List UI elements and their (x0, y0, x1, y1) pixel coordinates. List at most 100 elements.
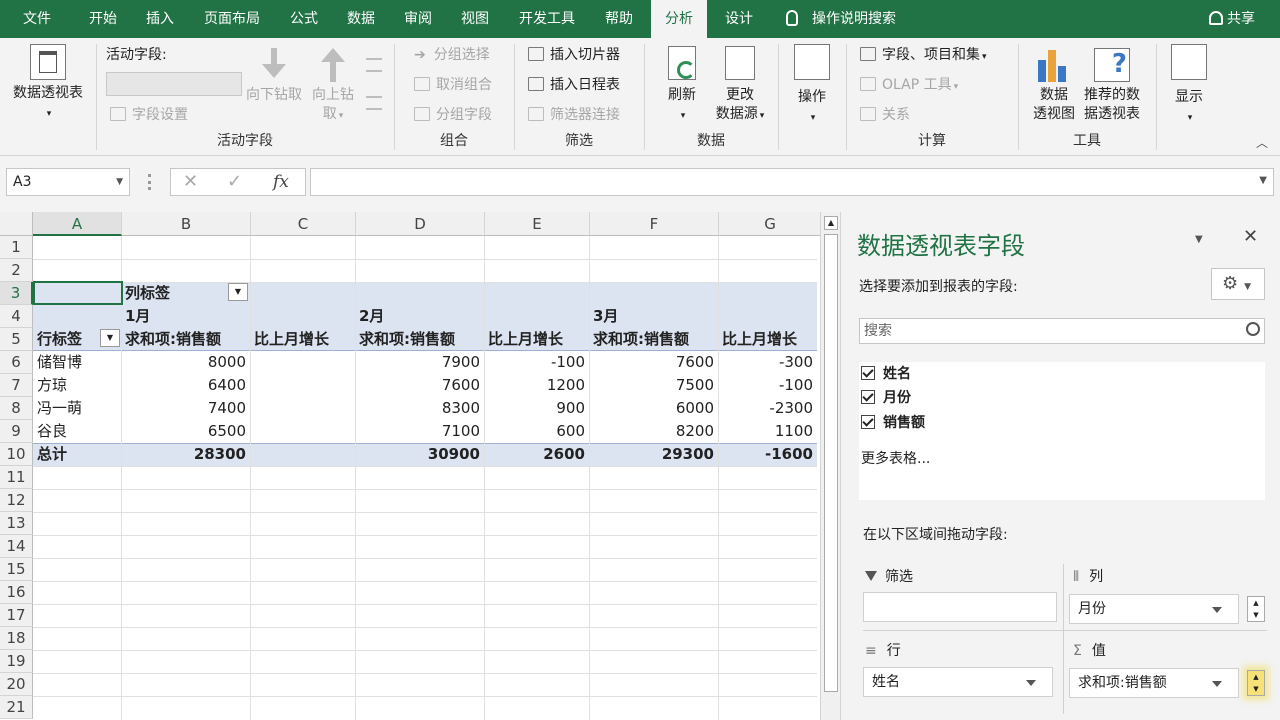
pivot-value-cell[interactable]: 7600 (589, 351, 718, 374)
tab-page-layout[interactable]: 页面布局 (188, 0, 276, 38)
pivot-value-cell[interactable] (250, 420, 355, 443)
row-header[interactable]: 2 (0, 259, 33, 282)
row-header[interactable]: 14 (0, 535, 33, 558)
rows-field-dropdown[interactable]: 姓名 (863, 667, 1053, 697)
pivot-value-cell[interactable]: -100 (718, 374, 817, 397)
worksheet-grid[interactable]: A B C D E F G 1 2 3 4 5 6 7 8 9 10 11 12… (0, 212, 840, 720)
row-header[interactable]: 15 (0, 558, 33, 581)
more-tables-link[interactable]: 更多表格... (861, 447, 930, 471)
pivot-value-cell[interactable]: 7600 (355, 374, 484, 397)
pivot-value-cell[interactable]: -100 (484, 351, 589, 374)
insert-function-icon[interactable]: fx (273, 172, 289, 192)
name-box-dropdown-icon[interactable]: ▼ (116, 169, 123, 195)
col-header-g[interactable]: G (719, 212, 822, 236)
row-header[interactable]: 21 (0, 696, 33, 719)
values-field-dropdown[interactable]: 求和项:销售额 (1069, 668, 1239, 698)
tab-help[interactable]: 帮助 (590, 0, 648, 38)
grand-total-label[interactable]: 总计 (33, 443, 121, 466)
row-header[interactable]: 20 (0, 673, 33, 696)
tab-insert[interactable]: 插入 (132, 0, 188, 38)
row-header[interactable]: 19 (0, 650, 33, 673)
tab-view[interactable]: 视图 (446, 0, 504, 38)
pivot-value-cell[interactable]: 6500 (121, 420, 250, 443)
col-header-f[interactable]: F (590, 212, 719, 236)
pivot-value-cell[interactable] (250, 351, 355, 374)
row-header[interactable]: 18 (0, 627, 33, 650)
row-header[interactable]: 17 (0, 604, 33, 627)
share-button[interactable]: 共享 (1196, 0, 1268, 38)
row-header[interactable]: 9 (0, 420, 33, 443)
vertical-scrollbar[interactable]: ▲ (820, 212, 840, 720)
tab-review[interactable]: 审阅 (390, 0, 446, 38)
grand-total-cell[interactable]: -1600 (718, 443, 817, 466)
row-label-name[interactable]: 储智博 (33, 351, 121, 374)
values-area-scroller[interactable]: ▲ ▼ (1247, 670, 1265, 696)
select-all-corner[interactable] (0, 212, 33, 236)
pivot-value-cell[interactable]: 1100 (718, 420, 817, 443)
row-header[interactable]: 3 (0, 282, 33, 305)
grand-total-cell[interactable]: 30900 (355, 443, 484, 466)
columns-field-dropdown[interactable]: 月份 (1069, 594, 1239, 624)
cancel-icon[interactable]: ✕ (183, 171, 198, 192)
tab-analyze[interactable]: 分析 (651, 0, 707, 40)
row-header[interactable]: 7 (0, 374, 33, 397)
pivot-value-cell[interactable]: 8300 (355, 397, 484, 420)
column-labels-filter-button[interactable]: ▼ (228, 283, 248, 301)
field-search-input[interactable]: 搜索 (859, 318, 1265, 344)
field-item[interactable]: 姓名 (861, 362, 911, 386)
col-header-e[interactable]: E (485, 212, 590, 236)
row-header[interactable]: 13 (0, 512, 33, 535)
settings-gear-button[interactable]: ⚙ ▼ (1211, 268, 1265, 300)
row-header[interactable]: 10 (0, 443, 33, 466)
pivot-value-cell[interactable]: 8200 (589, 420, 718, 443)
col-header-a[interactable]: A (33, 212, 122, 236)
pivot-value-cell[interactable]: 7100 (355, 420, 484, 443)
row-header[interactable]: 6 (0, 351, 33, 374)
col-header-d[interactable]: D (356, 212, 485, 236)
pane-options-icon[interactable]: ▼ (1195, 234, 1203, 245)
col-header-c[interactable]: C (251, 212, 356, 236)
name-box[interactable]: A3 ▼ (6, 168, 130, 196)
row-header[interactable]: 12 (0, 489, 33, 512)
pivot-value-cell[interactable]: -300 (718, 351, 817, 374)
tab-home[interactable]: 开始 (74, 0, 132, 38)
pivot-value-cell[interactable]: 8000 (121, 351, 250, 374)
pivot-value-cell[interactable]: 600 (484, 420, 589, 443)
checkbox-checked-icon[interactable] (861, 415, 875, 429)
tab-design[interactable]: 设计 (710, 0, 768, 38)
formula-expand-icon[interactable]: ▼ (1259, 175, 1267, 186)
pivot-value-cell[interactable]: 7900 (355, 351, 484, 374)
row-header[interactable]: 8 (0, 397, 33, 420)
row-header[interactable]: 4 (0, 305, 33, 328)
pivot-value-cell[interactable] (250, 374, 355, 397)
row-header[interactable]: 1 (0, 236, 33, 259)
row-label-name[interactable]: 冯一萌 (33, 397, 121, 420)
filter-drop-area[interactable] (863, 592, 1057, 622)
tell-me-search[interactable]: 操作说明搜索 (786, 0, 926, 38)
columns-area-scroller[interactable]: ▲ ▼ (1247, 596, 1265, 622)
row-header[interactable]: 16 (0, 581, 33, 604)
row-header[interactable]: 11 (0, 466, 33, 489)
pivot-value-cell[interactable]: 900 (484, 397, 589, 420)
col-header-b[interactable]: B (122, 212, 251, 236)
close-icon[interactable]: ✕ (1243, 226, 1258, 247)
field-item[interactable]: 销售额 (861, 411, 925, 435)
tab-developer[interactable]: 开发工具 (504, 0, 590, 38)
pivot-value-cell[interactable]: 7400 (121, 397, 250, 420)
grand-total-cell[interactable] (250, 443, 355, 466)
show-button[interactable]: 显示 ▾ (1164, 44, 1214, 128)
pivot-table-button[interactable]: 数据透视表 ▾ (8, 44, 88, 124)
pivot-value-cell[interactable] (250, 397, 355, 420)
field-item[interactable]: 月份 (861, 386, 911, 410)
active-cell-a3[interactable] (33, 281, 123, 305)
row-labels-filter-button[interactable]: ▼ (100, 329, 120, 347)
enter-icon[interactable]: ✓ (227, 171, 242, 192)
checkbox-checked-icon[interactable] (861, 366, 875, 380)
tab-data[interactable]: 数据 (332, 0, 390, 38)
grand-total-cell[interactable]: 2600 (484, 443, 589, 466)
collapse-ribbon-icon[interactable]: ︿ (1256, 134, 1268, 151)
tab-file[interactable]: 文件 (0, 0, 74, 38)
pivot-value-cell[interactable]: 1200 (484, 374, 589, 397)
row-label-name[interactable]: 谷良 (33, 420, 121, 443)
pivot-value-cell[interactable]: 6000 (589, 397, 718, 420)
